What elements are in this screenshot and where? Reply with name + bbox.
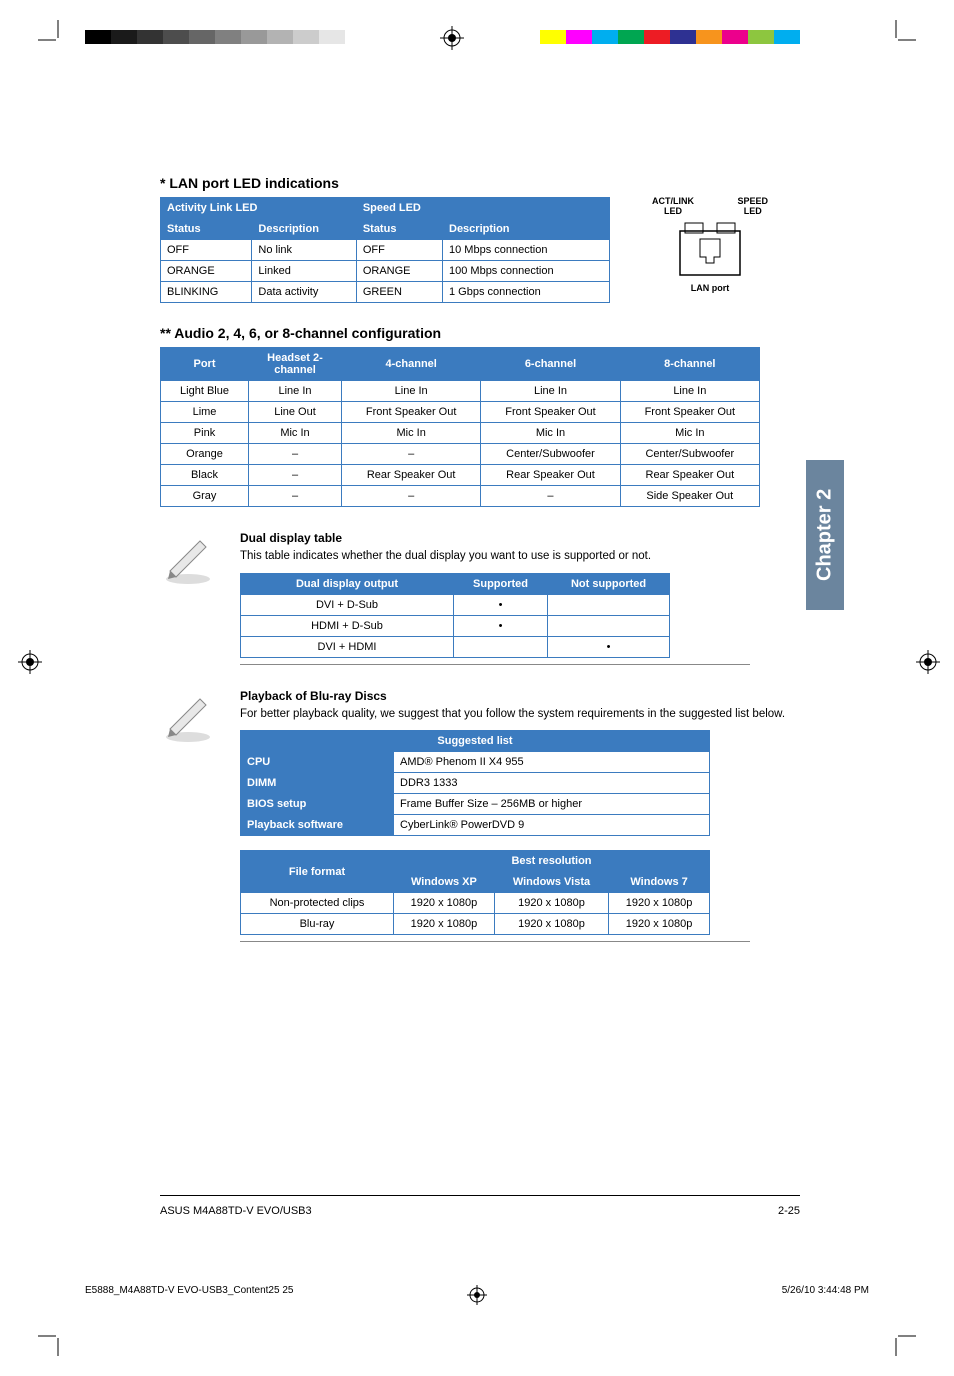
printer-timestamp: 5/26/10 3:44:48 PM — [782, 1285, 869, 1296]
resolution-table: File format Best resolution Windows XP W… — [240, 850, 710, 935]
table-row: LimeLine OutFront Speaker OutFront Speak… — [161, 402, 760, 423]
footer-model: ASUS M4A88TD-V EVO/USB3 — [160, 1205, 312, 1217]
table-row: Light BlueLine InLine InLine InLine In — [161, 381, 760, 402]
footer-rule — [160, 1195, 800, 1196]
table-row: Black–Rear Speaker OutRear Speaker OutRe… — [161, 465, 760, 486]
note-pencil-icon — [160, 689, 220, 943]
audio-config-table: Port Headset 2-channel 4-channel 6-chann… — [160, 347, 760, 507]
dual-display-table: Dual display output Supported Not suppor… — [240, 573, 670, 658]
table-row: BLINKINGData activityGREEN1 Gbps connect… — [161, 282, 610, 303]
grayscale-swatches — [85, 30, 345, 44]
table-row: Non-protected clips1920 x 1080p1920 x 10… — [241, 893, 710, 914]
printer-file: E5888_M4A88TD-V EVO-USB3_Content25 25 — [85, 1285, 293, 1296]
note-text: For better playback quality, we suggest … — [240, 707, 800, 723]
table-header: Status — [161, 219, 252, 240]
registration-mark-icon — [440, 26, 460, 46]
table-row: Gray–––Side Speaker Out — [161, 486, 760, 507]
table-row: Orange––Center/SubwooferCenter/Subwoofer — [161, 444, 760, 465]
suggested-list-table: Suggested list CPUAMD® Phenom II X4 955 … — [240, 730, 710, 836]
table-header: Description — [443, 219, 610, 240]
table-row: DIMMDDR3 1333 — [241, 773, 710, 794]
note-pencil-icon — [160, 531, 220, 665]
printer-footer: E5888_M4A88TD-V EVO-USB3_Content25 25 5/… — [85, 1285, 869, 1296]
print-registration-bar — [0, 30, 954, 44]
lan-led-table: Activity Link LED Speed LED Status Descr… — [160, 197, 610, 303]
table-row: DVI + D-Sub• — [241, 594, 670, 615]
table-row: BIOS setupFrame Buffer Size – 256MB or h… — [241, 794, 710, 815]
table-header: Speed LED — [356, 198, 609, 219]
registration-mark-icon — [18, 650, 38, 670]
lan-section-title: * LAN port LED indications — [160, 175, 800, 191]
note-text: This table indicates whether the dual di… — [240, 549, 800, 565]
lan-port-diagram: ACT/LINKLED SPEEDLED LAN port — [640, 197, 780, 293]
table-header: Activity Link LED — [161, 198, 357, 219]
table-row: DVI + HDMI• — [241, 636, 670, 657]
lan-port-icon — [670, 219, 750, 279]
registration-mark-icon — [467, 1285, 487, 1308]
page-content: * LAN port LED indications Activity Link… — [160, 175, 800, 942]
table-header: Status — [356, 219, 442, 240]
table-row: HDMI + D-Sub• — [241, 615, 670, 636]
table-row: Blu-ray1920 x 1080p1920 x 1080p1920 x 10… — [241, 914, 710, 935]
table-row: ORANGELinkedORANGE100 Mbps connection — [161, 261, 610, 282]
table-row: Playback softwareCyberLink® PowerDVD 9 — [241, 815, 710, 836]
note-title: Dual display table — [240, 531, 800, 545]
chapter-tab: Chapter 2 — [806, 460, 844, 610]
note-title: Playback of Blu-ray Discs — [240, 689, 800, 703]
table-row: CPUAMD® Phenom II X4 955 — [241, 752, 710, 773]
table-row: PinkMic InMic InMic InMic In — [161, 423, 760, 444]
audio-section-title: ** Audio 2, 4, 6, or 8-channel configura… — [160, 325, 800, 341]
table-row: OFFNo linkOFF10 Mbps connection — [161, 240, 610, 261]
registration-mark-icon — [916, 650, 936, 670]
footer-page-number: 2-25 — [778, 1205, 800, 1217]
page-footer: ASUS M4A88TD-V EVO/USB3 2-25 — [160, 1205, 800, 1217]
color-swatches — [540, 30, 800, 44]
table-header: Description — [252, 219, 356, 240]
